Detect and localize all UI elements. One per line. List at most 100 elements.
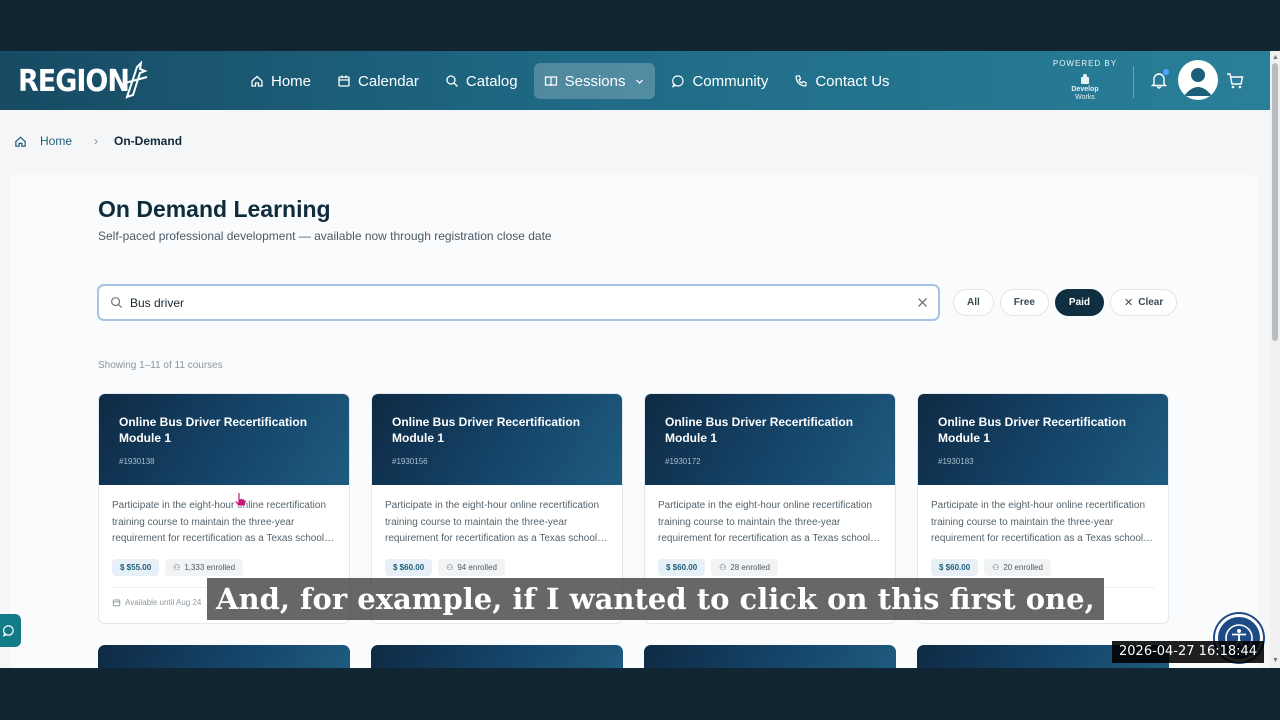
users-icon: ⚇ (446, 563, 454, 572)
enrolled-count: 28 enrolled (730, 563, 770, 572)
cart-icon[interactable] (1226, 72, 1244, 90)
letterbox-bottom (0, 668, 1280, 720)
chat-widget-button[interactable] (0, 614, 21, 647)
recording-timestamp: 2026-04-27 16:18:44 (1112, 641, 1265, 663)
card-id: #1930172 (665, 457, 701, 466)
users-icon: ⚇ (173, 563, 181, 572)
card-title: Online Bus Driver Recertification Module… (938, 415, 1127, 445)
search-input[interactable] (130, 295, 890, 310)
availability-text: Available until Aug 24 (125, 598, 202, 607)
nav-catalog-label: Catalog (465, 72, 518, 90)
price-badge: $ $60.00 (931, 559, 979, 576)
users-icon: ⚇ (719, 563, 727, 572)
hand-pointer-cursor-icon (234, 492, 247, 507)
nav-calendar[interactable]: Calendar (327, 63, 429, 99)
chat-icon (672, 75, 685, 88)
letterbox-top (0, 0, 1280, 51)
scroll-thumb[interactable] (1272, 63, 1278, 341)
airplane-logo-icon (124, 61, 148, 99)
card-description: Participate in the eight-hour online rec… (385, 500, 608, 544)
price-badge: $ $60.00 (385, 559, 433, 576)
nav-sessions[interactable]: Sessions (533, 63, 656, 99)
developworks-logo-icon (1081, 74, 1089, 84)
clear-search-icon[interactable] (917, 297, 928, 308)
nav-community[interactable]: Community (661, 63, 778, 99)
card-header: Online Bus Driver Recertification Module… (918, 394, 1168, 485)
nav-home-label: Home (271, 72, 312, 90)
enrolled-count: 1,333 enrolled (184, 563, 236, 572)
card-description: Participate in the eight-hour online rec… (112, 500, 335, 544)
enrolled-badge: ⚇ 20 enrolled (984, 559, 1051, 576)
user-avatar[interactable] (1178, 60, 1218, 100)
enrolled-count: 20 enrolled (1003, 563, 1043, 572)
video-caption: And, for example, if I wanted to click o… (207, 578, 1104, 620)
card-id: #1930138 (119, 457, 155, 466)
course-card-row2[interactable] (98, 645, 350, 668)
logo-text: REGION (18, 63, 130, 99)
card-badges: $ $60.00 ⚇ 20 enrolled (918, 551, 1168, 576)
calendar-icon (338, 75, 350, 87)
course-card-row2[interactable] (371, 645, 623, 668)
nav-contact-label: Contact Us (815, 72, 890, 90)
card-id: #1930183 (938, 457, 974, 466)
card-title: Online Bus Driver Recertification Module… (119, 415, 308, 445)
search-icon (446, 75, 458, 87)
course-card-row2[interactable] (644, 645, 896, 668)
card-id: #1930156 (392, 457, 428, 466)
search-box[interactable] (97, 284, 940, 321)
card-badges: $ $60.00 ⚇ 28 enrolled (645, 551, 895, 576)
powered-brand-line2: Works (1075, 94, 1095, 101)
card-title: Online Bus Driver Recertification Module… (665, 415, 854, 445)
nav-catalog[interactable]: Catalog (435, 63, 528, 99)
card-badges: $ $60.00 ⚇ 94 enrolled (372, 551, 622, 576)
scroll-up-arrow-icon[interactable]: ▲ (1272, 54, 1279, 61)
main-nav: Home Calendar Catalog Sessions Community (240, 63, 900, 99)
filter-clear-button[interactable]: ✕ Clear (1110, 289, 1178, 316)
card-header: Online Bus Driver Recertification Module… (372, 394, 622, 485)
price-badge: $ $55.00 (112, 559, 160, 576)
page-subtitle: Self-paced professional development — av… (98, 229, 552, 243)
results-count: Showing 1–11 of 11 courses (98, 360, 223, 371)
chevron-right-icon: › (94, 134, 99, 148)
nav-home[interactable]: Home (240, 63, 321, 99)
user-icon (1184, 68, 1212, 96)
search-icon (111, 297, 123, 309)
filter-paid-button[interactable]: Paid (1054, 289, 1105, 316)
card-badges: $ $55.00 ⚇ 1,333 enrolled (99, 551, 349, 576)
filter-all-button[interactable]: All (953, 289, 994, 316)
home-icon[interactable] (14, 135, 27, 148)
nav-contact[interactable]: Contact Us (784, 63, 899, 99)
scroll-down-arrow-icon[interactable]: ▼ (1272, 657, 1279, 664)
breadcrumb-current: On-Demand (114, 134, 183, 148)
calendar-icon (112, 599, 121, 607)
phone-icon (795, 75, 807, 87)
breadcrumb-home-link[interactable]: Home (40, 134, 72, 148)
powered-brand-line1: Develop (1071, 86, 1099, 93)
chat-icon (2, 625, 14, 637)
filter-free-button[interactable]: Free (999, 289, 1049, 316)
filter-chips: All Free Paid ✕ Clear (953, 289, 1178, 316)
breadcrumb: Home › On-Demand (14, 134, 182, 148)
site-header: REGION Home Calendar Catalog Sessions Co… (0, 51, 1270, 110)
card-header: Online Bus Driver Recertification Module… (99, 394, 349, 485)
site-logo[interactable]: REGION (18, 61, 149, 101)
nav-calendar-label: Calendar (358, 72, 419, 90)
card-description: Participate in the eight-hour online rec… (931, 500, 1154, 544)
price-badge: $ $60.00 (658, 559, 706, 576)
filter-clear-label: Clear (1138, 297, 1164, 308)
enrolled-badge: ⚇ 94 enrolled (438, 559, 505, 576)
powered-by-badge[interactable]: POWERED BY Develop Works (1050, 59, 1120, 101)
nav-community-label: Community (692, 72, 769, 90)
chevron-down-icon (636, 79, 644, 84)
nav-sessions-label: Sessions (564, 72, 626, 90)
page-title: On Demand Learning (98, 196, 331, 222)
enrolled-badge: ⚇ 28 enrolled (711, 559, 778, 576)
book-icon (544, 76, 557, 87)
card-title: Online Bus Driver Recertification Module… (392, 415, 581, 445)
users-icon: ⚇ (992, 563, 1000, 572)
home-icon (251, 75, 263, 87)
powered-by-text: POWERED BY (1052, 59, 1118, 68)
browser-viewport: REGION Home Calendar Catalog Sessions Co… (0, 51, 1280, 668)
enrolled-badge: ⚇ 1,333 enrolled (165, 559, 244, 576)
enrolled-count: 94 enrolled (457, 563, 497, 572)
